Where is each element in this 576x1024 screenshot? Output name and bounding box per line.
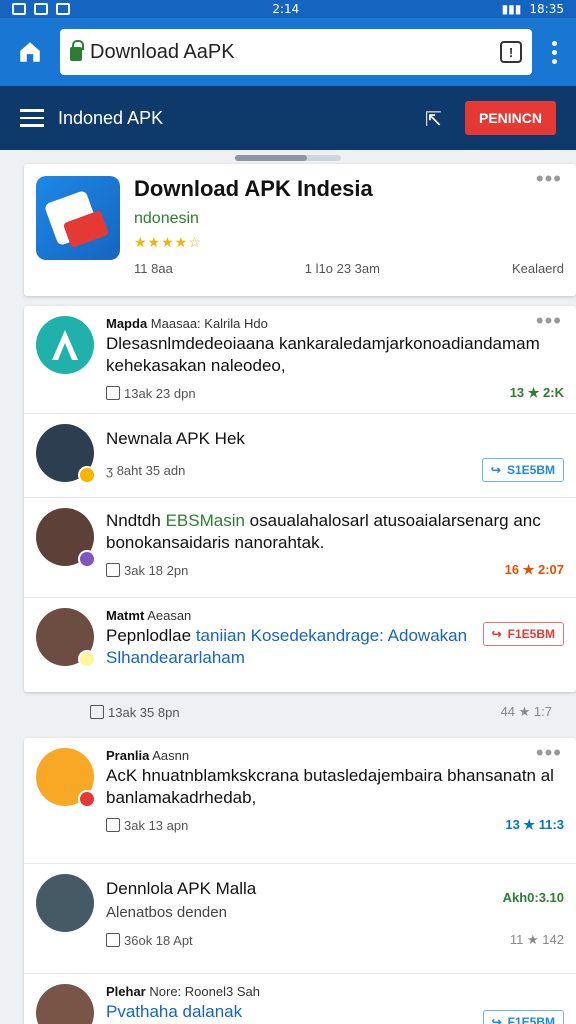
list-item[interactable]: Pranlia Aasnn AcK hnuatnblamkskcrana but… xyxy=(24,738,576,864)
rating-value: Akh0:3.10 xyxy=(502,890,564,905)
notification-icon xyxy=(12,3,26,15)
like-count[interactable]: 36ok 18 Apt xyxy=(106,933,193,948)
post-text: AcK hnuatnblamkskcrana butasledajembaira… xyxy=(106,766,554,807)
feed-card: Pranlia Aasnn AcK hnuatnblamkskcrana but… xyxy=(24,738,576,1024)
hero-meta-right: Kealaerd xyxy=(511,261,564,276)
url-field[interactable]: Download AaPK ! xyxy=(60,29,532,75)
more-icon[interactable]: ••• xyxy=(536,742,562,764)
post-text: Dlesasnlmdedeoiaana kankaraledamjarkonoa… xyxy=(106,334,540,375)
post-author: Mapda xyxy=(106,316,148,331)
thumbs-up-icon xyxy=(106,818,120,832)
rating-value: 16 ★ 2:07 xyxy=(504,562,564,577)
share-icon: ↪ xyxy=(491,1015,502,1024)
menu-icon[interactable] xyxy=(542,40,566,64)
list-item[interactable]: Newnala APK Hek ʒ 8aht 35 adn ↪ S1E5BM xyxy=(24,414,576,498)
share-icon: ↪ xyxy=(491,627,502,641)
hero-meta-mid: 1 l1o 23 3am xyxy=(304,261,380,276)
notification-icons xyxy=(12,3,70,15)
avatar xyxy=(36,316,94,374)
hero-subtitle: ndonesin xyxy=(134,210,199,227)
more-icon[interactable]: ••• xyxy=(536,310,562,332)
thumbs-up-icon xyxy=(106,386,120,400)
url-text: Download AaPK xyxy=(90,40,235,63)
like-count[interactable]: 13ak 23 dpn xyxy=(106,386,196,401)
post-author: Matmt xyxy=(106,608,145,623)
like-count[interactable]: 13ak 35 8pn xyxy=(90,704,180,720)
between-meta-row: 13ak 35 8pn 44 ★ 1:7 xyxy=(90,704,552,720)
rating-value: 13 ★ 2:K xyxy=(509,385,564,400)
avatar xyxy=(36,874,94,932)
rating-value: 11 ★ 142 xyxy=(509,932,564,947)
avatar xyxy=(36,984,94,1024)
download-button[interactable]: ↪ S1E5BM xyxy=(481,458,564,482)
hero-title: Download APK Indesia xyxy=(134,176,373,201)
post-handle: Nore: Roonel3 Sah xyxy=(149,984,260,999)
post-text: Newnala APK Hek xyxy=(106,429,245,448)
tabs-button[interactable]: ! xyxy=(500,41,522,63)
avatar xyxy=(36,608,96,668)
like-count[interactable]: 3ak 18 2pn xyxy=(106,563,188,578)
post-handle: Aeasan xyxy=(147,608,192,623)
header-action-button[interactable]: PENINCN xyxy=(464,101,556,135)
download-button[interactable]: ↪ F1E5BM xyxy=(482,1010,564,1024)
list-item[interactable]: Mapda Maasaa: Kalrila Hdo Dlesasnlmdedeo… xyxy=(24,306,576,414)
app-hero-card[interactable]: Download APK Indesia ndonesin ★★★★☆ 11 8… xyxy=(24,164,576,296)
post-text: Dennlola APK Malla xyxy=(106,879,257,898)
list-item[interactable]: Plehar Nore: Roonel3 Sah Pvathaha dalana… xyxy=(24,974,576,1024)
avatar xyxy=(36,508,96,568)
list-item[interactable]: Matmt Aeasan Pepnlodlae taniian Kosedeka… xyxy=(24,598,576,690)
download-button[interactable]: ↪ F1E5BM xyxy=(482,622,564,646)
share-icon[interactable]: ⇱ xyxy=(425,107,451,131)
hamburger-icon[interactable] xyxy=(20,109,44,127)
more-icon[interactable]: ••• xyxy=(536,168,562,190)
rating-value: 13 ★ 11:3 xyxy=(505,817,564,832)
home-icon[interactable] xyxy=(10,32,50,72)
app-header: Indoned APK ⇱ PENINCN xyxy=(0,86,576,150)
status-time-right: 18:35 xyxy=(529,2,564,16)
post-handle: Maasaa: Kalrila Hdo xyxy=(150,316,268,331)
post-author: Plehar xyxy=(106,984,146,999)
list-item[interactable]: Dennlola APK Malla Alenatbos denden 36ok… xyxy=(24,864,576,974)
notification-icon xyxy=(34,3,48,15)
status-time-center: 2:14 xyxy=(272,2,300,16)
lock-icon xyxy=(70,40,84,61)
notification-icon xyxy=(56,3,70,15)
post-text: Nndtdh EBSMasin osaualahalosarl atusoaia… xyxy=(106,511,541,552)
share-icon: ↪ xyxy=(490,463,501,477)
like-count[interactable]: 3ak 13 apn xyxy=(106,818,188,833)
avatar xyxy=(36,424,96,484)
thumbs-up-icon xyxy=(106,933,120,947)
post-subtext: Alenatbos denden xyxy=(106,904,227,921)
avatar xyxy=(36,748,96,808)
app-title: Indoned APK xyxy=(58,107,164,128)
list-item[interactable]: Nndtdh EBSMasin osaualahalosarl atusoaia… xyxy=(24,498,576,598)
feed-card: Mapda Maasaa: Kalrila Hdo Dlesasnlmdedeo… xyxy=(24,306,576,692)
signal-icon: ▮▮▮ xyxy=(501,2,522,16)
post-meta: ʒ 8aht 35 adn xyxy=(106,462,186,478)
rating-stars: ★★★★☆ xyxy=(134,234,202,250)
app-icon xyxy=(36,176,120,260)
rating-value: 44 ★ 1:7 xyxy=(500,704,552,719)
thumbs-up-icon xyxy=(106,563,120,577)
status-bar: 2:14 ▮▮▮ 18:35 xyxy=(0,0,576,18)
post-author: Pranlia xyxy=(106,748,150,763)
hero-meta-left: 11 8aa xyxy=(134,261,173,276)
post-handle: Aasnn xyxy=(152,748,190,763)
browser-toolbar: Download AaPK ! xyxy=(0,18,576,86)
thumbs-up-icon xyxy=(90,705,104,719)
